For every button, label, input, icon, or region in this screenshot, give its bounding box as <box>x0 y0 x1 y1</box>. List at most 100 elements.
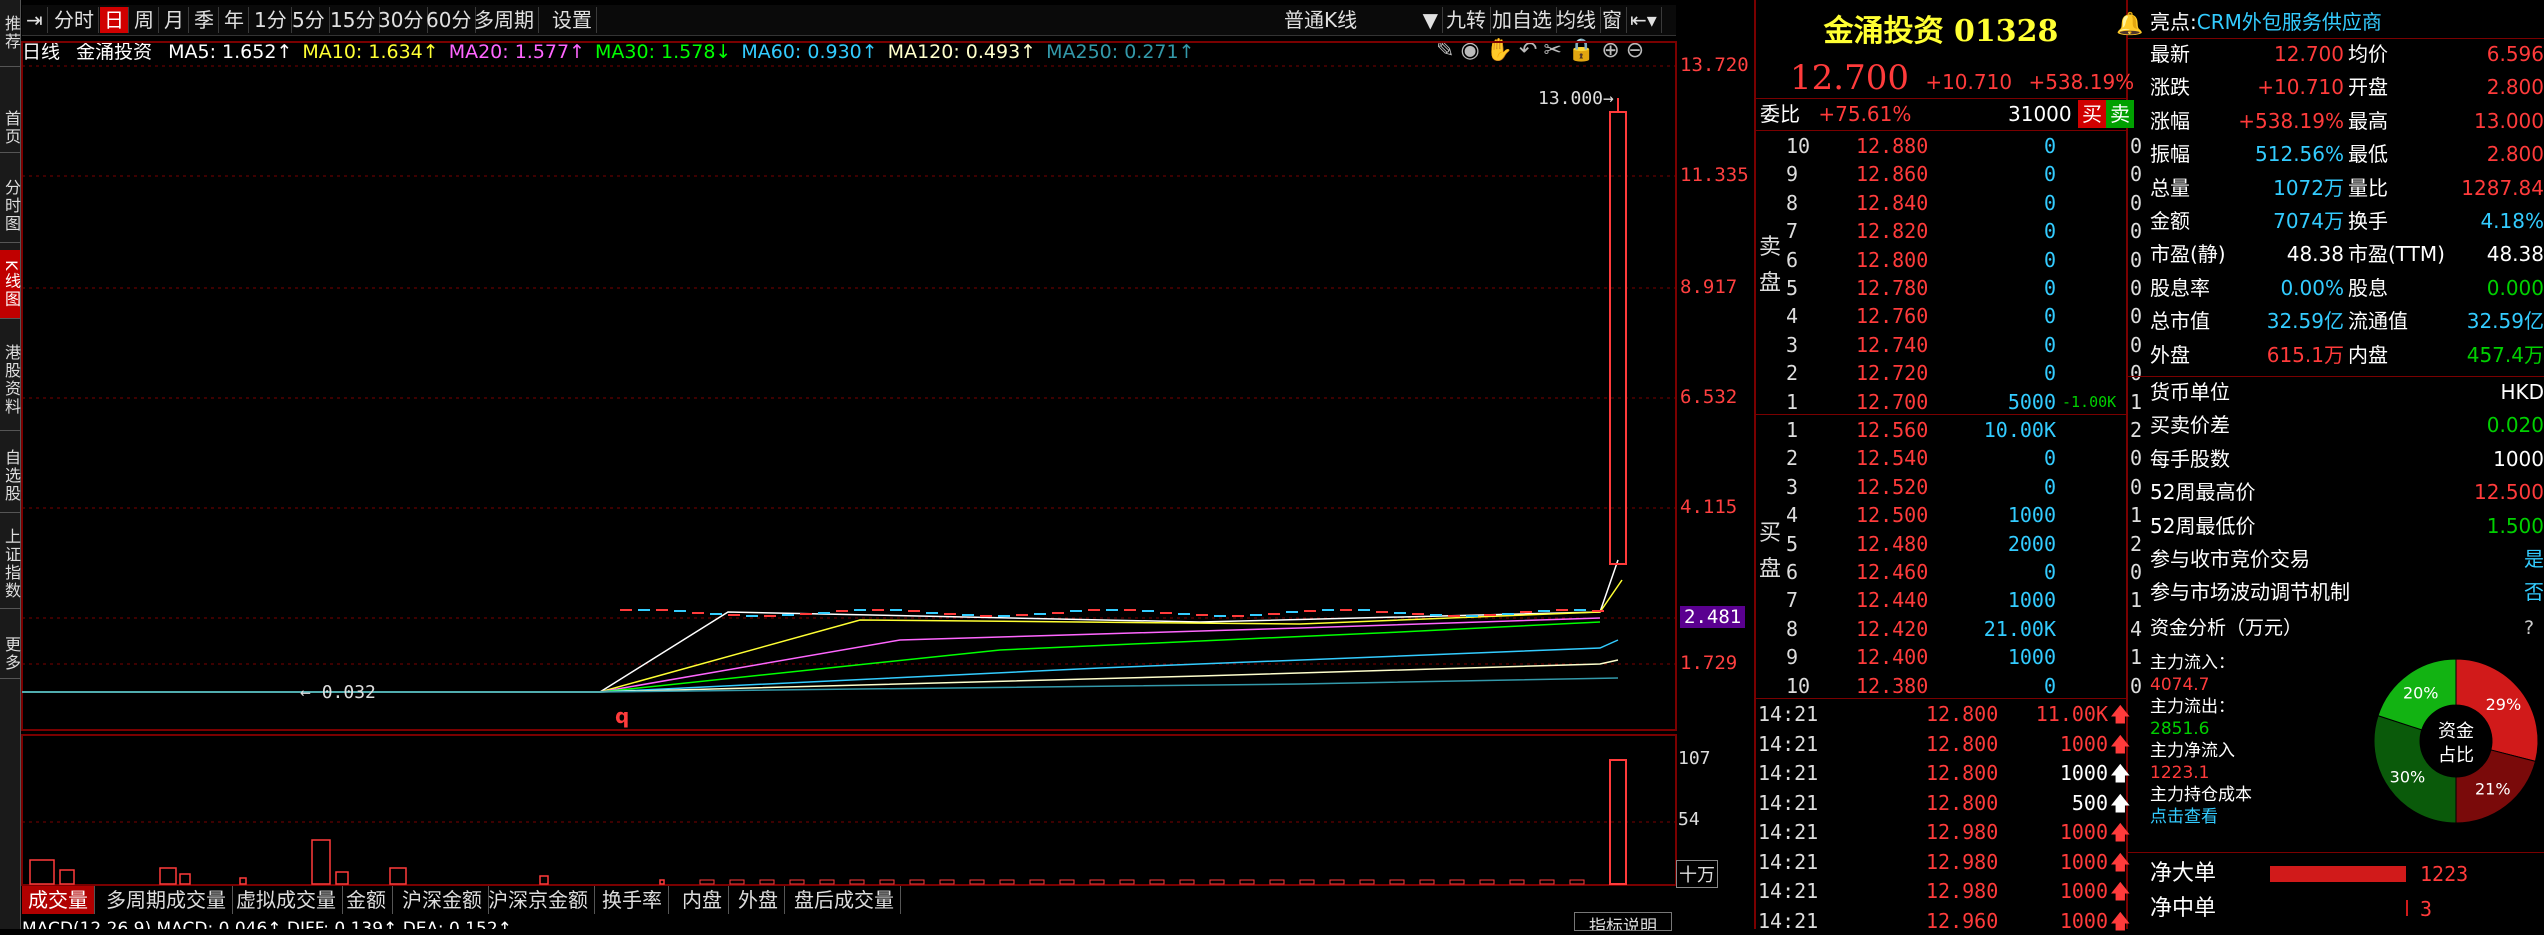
volume-bar <box>1449 879 1465 885</box>
quote-value: 2.800 <box>2486 75 2544 100</box>
quote-value: 512.56% <box>2255 142 2344 167</box>
order-row: 8 12.420 21.00K 4 <box>1786 615 2142 643</box>
sell-button[interactable]: 卖 <box>2106 100 2134 128</box>
kline-chart[interactable] <box>0 0 1756 929</box>
tab-after-hours[interactable]: 盘后成交量 <box>788 886 901 914</box>
info-label: 每手股数 <box>2150 446 2230 471</box>
candle <box>1520 611 1532 613</box>
highlight-text[interactable]: CRM外包服务供应商 <box>2197 10 2382 34</box>
order-row: 10 12.380 0 0 <box>1786 672 2142 700</box>
order-volume: 0 <box>2043 361 2056 386</box>
tab-hs-amount[interactable]: 沪深金额 <box>396 886 489 914</box>
tab-amount[interactable]: 金额 <box>340 886 393 914</box>
latest-price: 12.700 <box>1790 58 1909 98</box>
tick-volume: 1000 <box>2059 761 2108 785</box>
net-mid-bar <box>2406 900 2408 916</box>
weibi-label: 委比 <box>1760 102 1800 126</box>
candle <box>836 610 848 612</box>
quote-value: 48.38 <box>2486 242 2544 267</box>
highlight-row: 亮点:CRM外包服务供应商 <box>2150 8 2382 36</box>
quote-label: 量比 <box>2348 175 2388 200</box>
volume-bar <box>1269 879 1285 885</box>
info-value: 否 <box>2524 580 2544 605</box>
tab-inner[interactable]: 内盘 <box>676 886 729 914</box>
volume-bar <box>789 879 805 885</box>
volume-bar <box>1389 879 1405 885</box>
indicator-help-button[interactable]: 指标说明 <box>1574 912 1672 931</box>
order-count: 0 <box>2130 247 2143 272</box>
ma-line <box>22 677 1619 693</box>
tick-time: 14:21 <box>1758 790 1819 815</box>
volume-bar <box>1209 879 1225 885</box>
bell-icon[interactable]: 🔔 <box>2116 12 2143 37</box>
order-count: 1 <box>2130 588 2143 613</box>
tab-volume[interactable]: 成交量 <box>22 886 95 914</box>
candle <box>1412 613 1424 615</box>
ma-line <box>22 617 1601 693</box>
volume-bar <box>1479 879 1495 885</box>
divider <box>1756 98 2126 99</box>
order-count: 0 <box>2130 332 2143 357</box>
weibi-amount: 31000 <box>2008 102 2072 126</box>
order-price: 12.880 <box>1856 134 1929 158</box>
volume-bar <box>239 877 247 885</box>
candle <box>746 615 758 617</box>
quote-label: 最低 <box>2348 142 2388 167</box>
order-level: 6 <box>1786 247 1799 272</box>
order-row: 2 12.720 0 0 <box>1786 359 2142 387</box>
highlight-label: 亮点: <box>2150 10 2197 34</box>
order-count: 0 <box>2130 560 2143 584</box>
candle <box>1232 615 1244 617</box>
price-axis-label: 4.115 <box>1680 496 1738 518</box>
candle <box>818 612 830 614</box>
info-row: 参与市场波动调节机制 否 <box>2150 578 2544 606</box>
candle <box>1358 609 1370 611</box>
candle <box>1088 609 1100 611</box>
order-price: 12.840 <box>1856 190 1929 215</box>
quote-label: 股息 <box>2348 275 2388 300</box>
fund-help-icon[interactable]: ? <box>2524 614 2534 642</box>
info-label: 52周最高价 <box>2150 480 2256 505</box>
tab-multi-volume[interactable]: 多周期成交量 <box>100 886 233 914</box>
candle <box>1484 614 1496 616</box>
net-big-label: 净大单 <box>2150 861 2217 886</box>
quote-value: 32.59亿 <box>2266 309 2344 334</box>
volume-bar <box>909 879 925 885</box>
order-count: 2 <box>2130 531 2143 556</box>
info-label: 货币单位 <box>2150 380 2230 404</box>
order-row: 1 12.560 10.00K 2 <box>1786 416 2142 444</box>
quote-label: 流通值 <box>2348 309 2408 334</box>
candle <box>962 614 974 616</box>
price-axis-label: 6.532 <box>1680 386 1738 408</box>
candle <box>980 615 992 617</box>
order-level: 5 <box>1786 276 1799 300</box>
volume-bar <box>59 869 75 885</box>
order-volume: 1000 <box>2007 503 2056 528</box>
tab-hsj-amount[interactable]: 沪深京金额 <box>482 886 595 914</box>
candle <box>1574 609 1586 611</box>
candle <box>1052 612 1064 614</box>
volume-bar <box>389 867 407 885</box>
info-value: 12.500 <box>2474 480 2544 505</box>
view-link[interactable]: 点击查看 <box>2150 806 2252 828</box>
info-value: 1000 <box>2493 446 2544 471</box>
order-level: 8 <box>1786 190 1799 215</box>
stock-title: 金涌投资 01328 <box>1823 14 2059 49</box>
candle <box>1124 609 1136 611</box>
tick-time: 14:21 <box>1758 820 1819 844</box>
volume-bar <box>1059 879 1075 885</box>
tab-turnover[interactable]: 换手率 <box>596 886 669 914</box>
order-price: 12.440 <box>1856 588 1929 613</box>
pie-slice-label: 29% <box>2486 695 2522 714</box>
buy-button[interactable]: 买 <box>2078 100 2106 128</box>
tab-outer[interactable]: 外盘 <box>732 886 785 914</box>
quote-value: 7074万 <box>2273 209 2344 233</box>
quote-value: 2.800 <box>2486 142 2544 167</box>
order-volume: 0 <box>2043 474 2056 499</box>
order-price: 12.700 <box>1856 389 1929 414</box>
candle <box>1556 609 1568 611</box>
order-count: 0 <box>2130 190 2143 215</box>
tab-virtual-volume[interactable]: 虚拟成交量 <box>230 886 343 914</box>
order-row: 9 12.400 1000 1 <box>1786 643 2142 671</box>
pie-center-label: 资金 <box>2438 721 2474 742</box>
